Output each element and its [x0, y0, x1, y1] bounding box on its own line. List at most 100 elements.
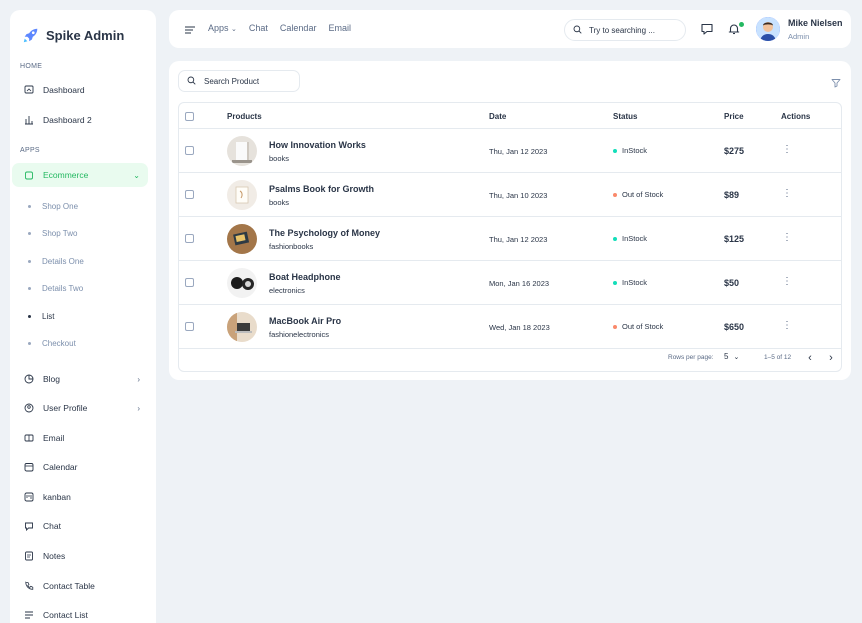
- more-vertical-icon[interactable]: ⋮: [779, 142, 795, 158]
- top-nav-chat[interactable]: Chat: [249, 23, 268, 33]
- sidebar-item-label: Contact List: [43, 610, 88, 620]
- top-nav-email[interactable]: Email: [328, 23, 351, 33]
- kanban-icon: [24, 492, 34, 502]
- product-table: Products Date Status Price Actions How I…: [178, 102, 842, 372]
- sidebar-item-contact-table[interactable]: Contact Table: [12, 574, 148, 598]
- more-vertical-icon[interactable]: ⋮: [779, 186, 795, 202]
- column-header-price[interactable]: Price: [724, 112, 744, 121]
- prev-page-button[interactable]: ‹: [803, 351, 817, 365]
- sidebar-item-notes[interactable]: Notes: [12, 544, 148, 568]
- more-vertical-icon[interactable]: ⋮: [779, 318, 795, 334]
- sub-item-details-two[interactable]: Details Two: [28, 279, 83, 297]
- sidebar-item-dashboard[interactable]: Dashboard: [12, 78, 148, 102]
- screen-icon: [24, 85, 34, 95]
- status-badge: Out of Stock: [613, 322, 663, 331]
- product-category: fashionelectronics: [269, 330, 330, 339]
- table-row[interactable]: Boat Headphone electronics Mon, Jan 16 2…: [179, 261, 841, 305]
- table-header: Products Date Status Price Actions: [179, 103, 841, 129]
- sidebar-item-user-profile[interactable]: User Profile ›: [12, 396, 148, 420]
- bullet-icon: [28, 259, 31, 263]
- notification-badge: [739, 22, 744, 27]
- sub-item-label: Shop Two: [42, 228, 78, 238]
- sidebar-item-label: Email: [43, 433, 65, 443]
- top-nav-apps[interactable]: Apps ⌄: [208, 23, 237, 33]
- table-row[interactable]: How Innovation Works books Thu, Jan 12 2…: [179, 129, 841, 173]
- sidebar-item-blog[interactable]: Blog ›: [12, 367, 148, 391]
- user-name: Mike Nielsen: [788, 18, 843, 28]
- table-row[interactable]: Psalms Book for Growth books Thu, Jan 10…: [179, 173, 841, 217]
- status-badge: Out of Stock: [613, 190, 663, 199]
- rows-per-page-select[interactable]: 5 ⌄: [724, 352, 739, 361]
- sub-item-shop-two[interactable]: Shop Two: [28, 224, 77, 242]
- sidebar-item-kanban[interactable]: kanban: [12, 485, 148, 509]
- nav-caption-apps: APPS: [20, 147, 40, 154]
- column-header-status[interactable]: Status: [613, 112, 637, 121]
- product-price: $650: [724, 322, 745, 332]
- sidebar-item-label: Blog: [43, 374, 61, 384]
- row-checkbox[interactable]: [185, 322, 194, 331]
- sidebar: Spike Admin HOME Dashboard Dashboard 2 A…: [10, 10, 156, 623]
- thumb-book-white: [227, 136, 257, 166]
- product-date: Thu, Jan 10 2023: [489, 191, 548, 200]
- notes-icon: [24, 551, 34, 561]
- sidebar-item-label: Contact Table: [43, 581, 95, 591]
- list-icon: [24, 610, 34, 620]
- brand[interactable]: Spike Admin: [22, 20, 124, 50]
- rocket-logo-icon: [23, 28, 38, 43]
- nav-caption-home: HOME: [20, 63, 43, 70]
- sidebar-item-label: Notes: [43, 551, 66, 561]
- more-vertical-icon[interactable]: ⋮: [779, 274, 795, 290]
- avatar[interactable]: [756, 17, 780, 41]
- next-page-button[interactable]: ›: [824, 351, 838, 365]
- row-checkbox[interactable]: [185, 234, 194, 243]
- product-name: Boat Headphone: [269, 272, 341, 282]
- sub-item-label: Shop One: [42, 201, 79, 211]
- search-icon: [573, 25, 582, 36]
- top-nav: Apps ⌄ Chat Calendar Email: [208, 23, 351, 33]
- sub-item-details-one[interactable]: Details One: [28, 252, 84, 270]
- sidebar-item-label: Dashboard: [43, 85, 85, 95]
- column-header-actions: Actions: [781, 112, 811, 121]
- status-dot: [613, 236, 617, 241]
- row-checkbox[interactable]: [185, 190, 194, 199]
- product-search-input[interactable]: Search Product: [178, 70, 300, 92]
- row-checkbox[interactable]: [185, 146, 194, 155]
- phone-icon: [24, 581, 34, 591]
- mail-icon: [24, 433, 34, 443]
- table-row[interactable]: The Psychology of Money fashionbooks Thu…: [179, 217, 841, 261]
- sub-item-label: Details One: [42, 256, 84, 266]
- select-all-checkbox[interactable]: [185, 112, 194, 121]
- sub-item-label: List: [42, 311, 55, 321]
- filter-icon[interactable]: [831, 75, 841, 88]
- chat-icon: [24, 521, 34, 531]
- message-icon[interactable]: [700, 22, 714, 36]
- sidebar-item-contact-list[interactable]: Contact List: [12, 603, 148, 623]
- chevron-right-icon: ›: [137, 403, 140, 413]
- product-name: MacBook Air Pro: [269, 316, 342, 326]
- sidebar-item-email[interactable]: Email: [12, 426, 148, 450]
- column-header-date[interactable]: Date: [489, 112, 506, 121]
- header-search-input[interactable]: Try to searching ...: [564, 19, 686, 41]
- sidebar-item-label: Chat: [43, 521, 61, 531]
- top-nav-calendar[interactable]: Calendar: [280, 23, 317, 33]
- sub-item-checkout[interactable]: Checkout: [28, 334, 76, 352]
- menu-toggle-icon[interactable]: [184, 23, 196, 35]
- more-vertical-icon[interactable]: ⋮: [779, 230, 795, 246]
- sidebar-item-chat[interactable]: Chat: [12, 514, 148, 538]
- bullet-icon: [28, 231, 31, 235]
- sidebar-item-ecommerce[interactable]: Ecommerce ⌄: [12, 163, 148, 187]
- product-category: books: [269, 198, 290, 207]
- column-header-products[interactable]: Products: [227, 112, 262, 121]
- product-search-placeholder: Search Product: [204, 76, 260, 86]
- sub-item-shop-one[interactable]: Shop One: [28, 197, 78, 215]
- brand-name: Spike Admin: [46, 27, 125, 43]
- sidebar-item-dashboard-2[interactable]: Dashboard 2: [12, 108, 148, 132]
- product-category: books: [269, 154, 290, 163]
- sub-item-list[interactable]: List: [28, 307, 54, 325]
- pie-icon: [24, 374, 34, 384]
- table-row[interactable]: MacBook Air Pro fashionelectronics Wed, …: [179, 305, 841, 349]
- chevron-down-icon: ⌄: [231, 26, 237, 33]
- product-date: Thu, Jan 12 2023: [489, 235, 548, 244]
- sidebar-item-calendar[interactable]: Calendar: [12, 455, 148, 479]
- row-checkbox[interactable]: [185, 278, 194, 287]
